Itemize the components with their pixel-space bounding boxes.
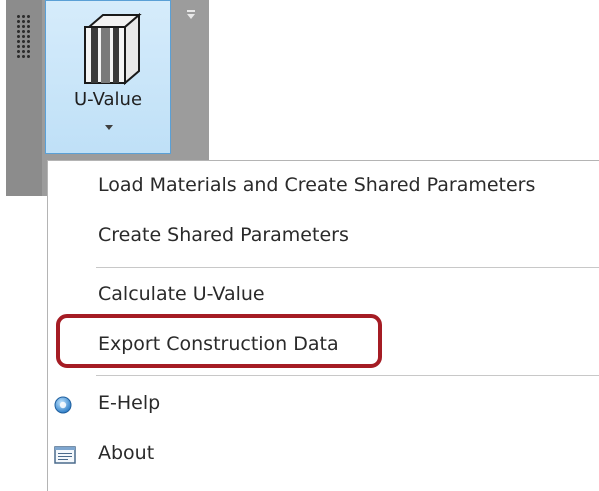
menu-separator xyxy=(96,267,599,268)
menu-item-label: E-Help xyxy=(98,392,161,414)
menu-item-create-shared-parameters[interactable]: Create Shared Parameters xyxy=(48,212,599,262)
menu-item-label: Export Construction Data xyxy=(98,333,339,355)
menu-item-calculate-uvalue[interactable]: Calculate U-Value xyxy=(48,271,599,321)
wall-section-icon xyxy=(84,12,142,85)
menu-item-label: Calculate U-Value xyxy=(98,283,265,305)
grip-dots-icon xyxy=(16,14,30,60)
menu-item-e-help[interactable]: E-Help xyxy=(48,380,599,430)
menu-separator xyxy=(96,375,599,376)
menu-item-label: Create Shared Parameters xyxy=(98,224,349,246)
menu-item-about[interactable]: About xyxy=(48,430,599,480)
uvalue-split-button[interactable]: U-Value xyxy=(45,0,171,154)
about-icon xyxy=(54,446,76,464)
expander-arrow-icon xyxy=(187,14,195,19)
panel-expander-button[interactable] xyxy=(183,10,197,22)
expander-bar-icon xyxy=(187,10,195,12)
chevron-down-icon xyxy=(105,125,113,130)
menu-item-label: About xyxy=(98,442,155,464)
panel-grip[interactable] xyxy=(6,0,42,196)
menu-item-export-construction-data[interactable]: Export Construction Data xyxy=(48,321,599,371)
uvalue-button-label: U-Value xyxy=(73,89,143,110)
uvalue-dropdown-menu: Load Materials and Create Shared Paramet… xyxy=(47,160,599,491)
help-icon xyxy=(54,396,72,414)
menu-item-load-materials[interactable]: Load Materials and Create Shared Paramet… xyxy=(48,162,599,212)
menu-item-label: Load Materials and Create Shared Paramet… xyxy=(98,174,536,196)
